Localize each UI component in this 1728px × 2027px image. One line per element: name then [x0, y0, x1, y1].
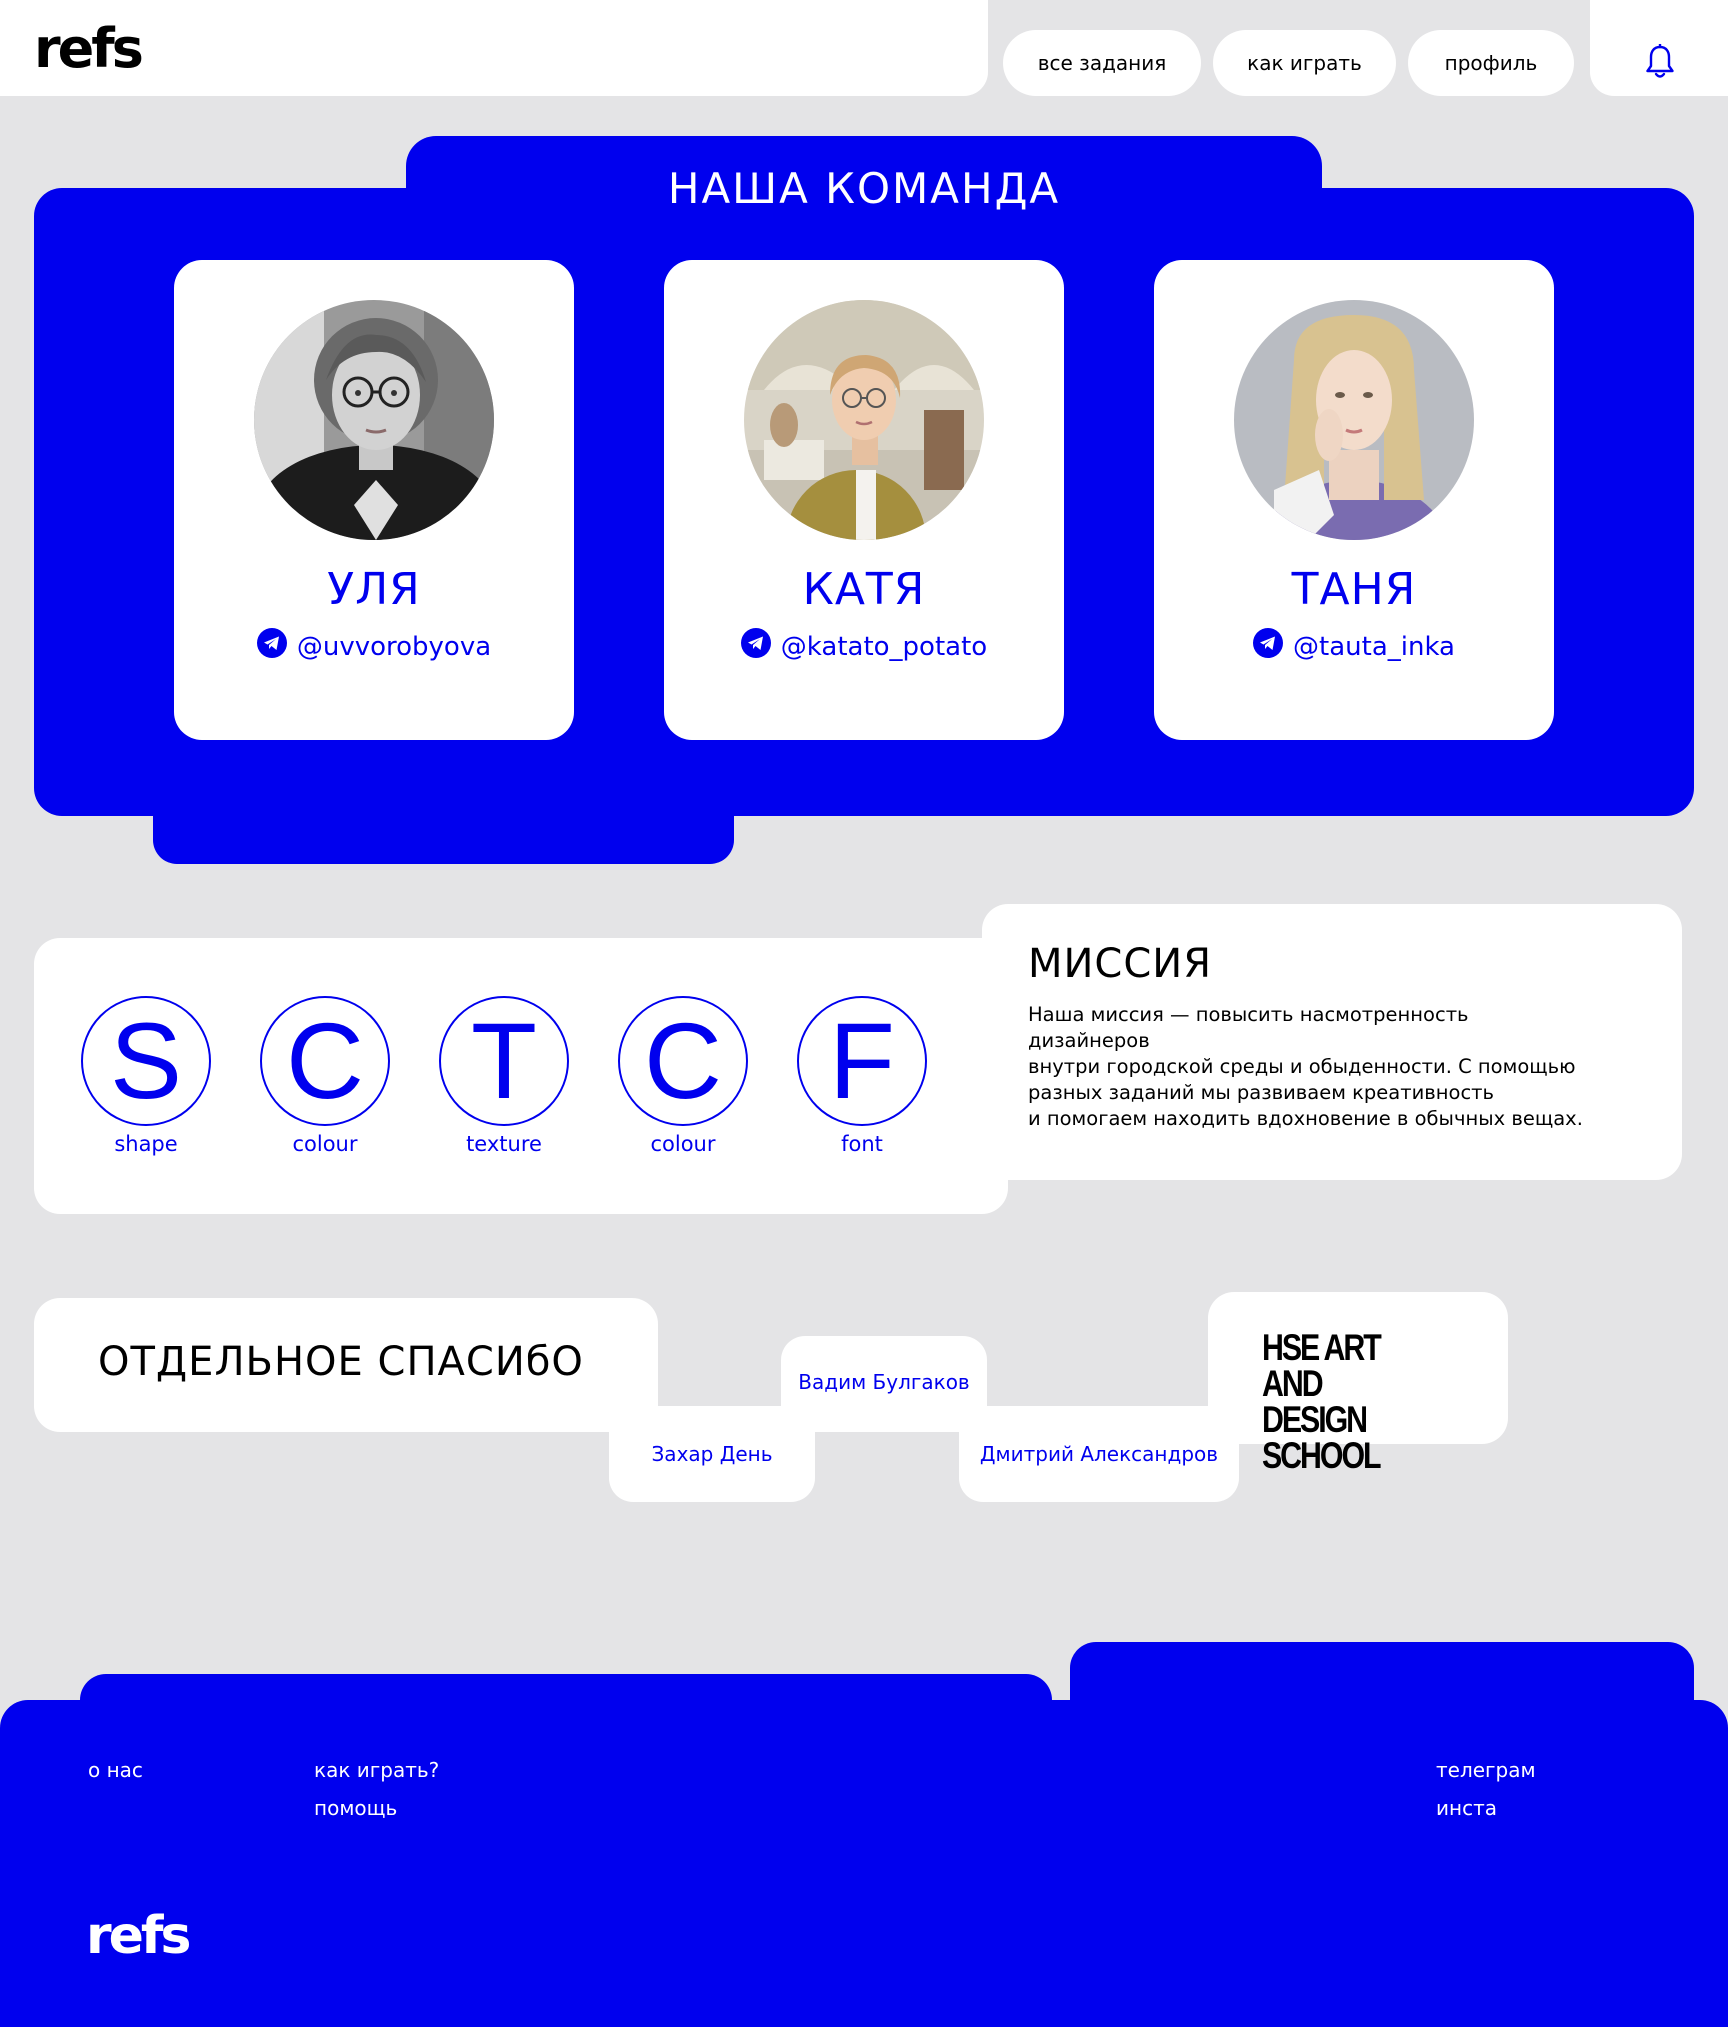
letter-label: font — [841, 1132, 883, 1156]
telegram-icon — [740, 628, 771, 665]
mission-line: и помогаем находить вдохновение в обычны… — [1028, 1107, 1583, 1130]
footer-logo[interactable]: refs — [86, 1910, 191, 1962]
footer-link-how-to-play[interactable]: как играть? — [314, 1760, 439, 1780]
team-card-ulya: УЛЯ @uvvorobyova — [174, 260, 574, 740]
letter-circle: F — [797, 996, 927, 1126]
hse-logo-line: DESIGN SCHOOL — [1262, 1399, 1382, 1476]
logo[interactable]: refs — [34, 22, 144, 76]
member-handle[interactable]: @uvvorobyova — [297, 632, 491, 662]
letter-label: colour — [650, 1132, 716, 1156]
thanks-person-zakhar: Захар День — [609, 1406, 815, 1502]
team-card-tanya: ТАНЯ @tauta_inka — [1154, 260, 1554, 740]
sctcf-item-colour: C colour — [258, 996, 392, 1156]
hse-logo: HSE ART AND DESIGN SCHOOL — [1262, 1327, 1426, 1476]
mission-line: Наша миссия — повысить насмотренность ди… — [1028, 1003, 1469, 1052]
telegram-icon — [256, 628, 287, 665]
footer — [0, 1700, 1728, 2027]
member-handle[interactable]: @tauta_inka — [1293, 632, 1455, 662]
member-handle-link[interactable]: @uvvorobyova — [174, 628, 574, 665]
sctcf-item-texture: T texture — [437, 996, 571, 1156]
footer-link-telegram[interactable]: телеграм — [1436, 1760, 1536, 1780]
team-card-katya: КАТЯ @katato_potato — [664, 260, 1064, 740]
letter-label: colour — [292, 1132, 358, 1156]
team-title: НАША КОМАНДА — [667, 164, 1061, 213]
member-name: ТАНЯ — [1291, 564, 1417, 615]
mission-line: внутри городской среды и обыденности. С … — [1028, 1055, 1576, 1078]
member-name: УЛЯ — [327, 564, 421, 615]
letter-circle: C — [260, 996, 390, 1126]
sctcf-item-colour-2: C colour — [616, 996, 750, 1156]
letter-circle: T — [439, 996, 569, 1126]
nav-profile[interactable]: профиль — [1408, 30, 1574, 96]
member-handle-link[interactable]: @tauta_inka — [1154, 628, 1554, 665]
avatar-ulya — [254, 300, 494, 540]
sctcf-item-shape: S shape — [79, 996, 213, 1156]
footer-link-about[interactable]: о нас — [88, 1760, 143, 1780]
sctcf-item-font: F font — [795, 996, 929, 1156]
letter-circle: C — [618, 996, 748, 1126]
team-bottom-shape — [153, 780, 734, 864]
letter-circle: S — [81, 996, 211, 1126]
member-handle[interactable]: @katato_potato — [781, 632, 987, 662]
member-handle-link[interactable]: @katato_potato — [664, 628, 1064, 665]
thanks-person-dmitry: Дмитрий Александров — [959, 1406, 1239, 1502]
footer-link-insta[interactable]: инста — [1436, 1798, 1497, 1818]
hse-logo-line: HSE ART AND — [1262, 1327, 1382, 1404]
avatar-katya — [744, 300, 984, 540]
mission-line: разных заданий мы развиваем креативность — [1028, 1081, 1495, 1104]
footer-link-help[interactable]: помощь — [314, 1798, 397, 1818]
header-bar — [0, 0, 988, 96]
bell-icon[interactable] — [1645, 43, 1675, 80]
avatar-tanya — [1234, 300, 1474, 540]
sctcf-panel: S shape C colour T texture C colour F fo… — [34, 938, 1008, 1214]
letter-label: texture — [466, 1132, 542, 1156]
member-name: КАТЯ — [802, 564, 926, 615]
mission-title: МИССИЯ — [1028, 941, 1213, 987]
mission-text: Наша миссия — повысить насмотренность ди… — [1028, 1002, 1588, 1132]
telegram-icon — [1253, 628, 1284, 665]
nav-how-to-play[interactable]: как играть — [1213, 30, 1396, 96]
nav-all-tasks[interactable]: все задания — [1003, 30, 1201, 96]
thanks-title: ОТДЕЛЬНОЕ СПАСИбО — [98, 1339, 584, 1385]
letter-label: shape — [114, 1132, 178, 1156]
